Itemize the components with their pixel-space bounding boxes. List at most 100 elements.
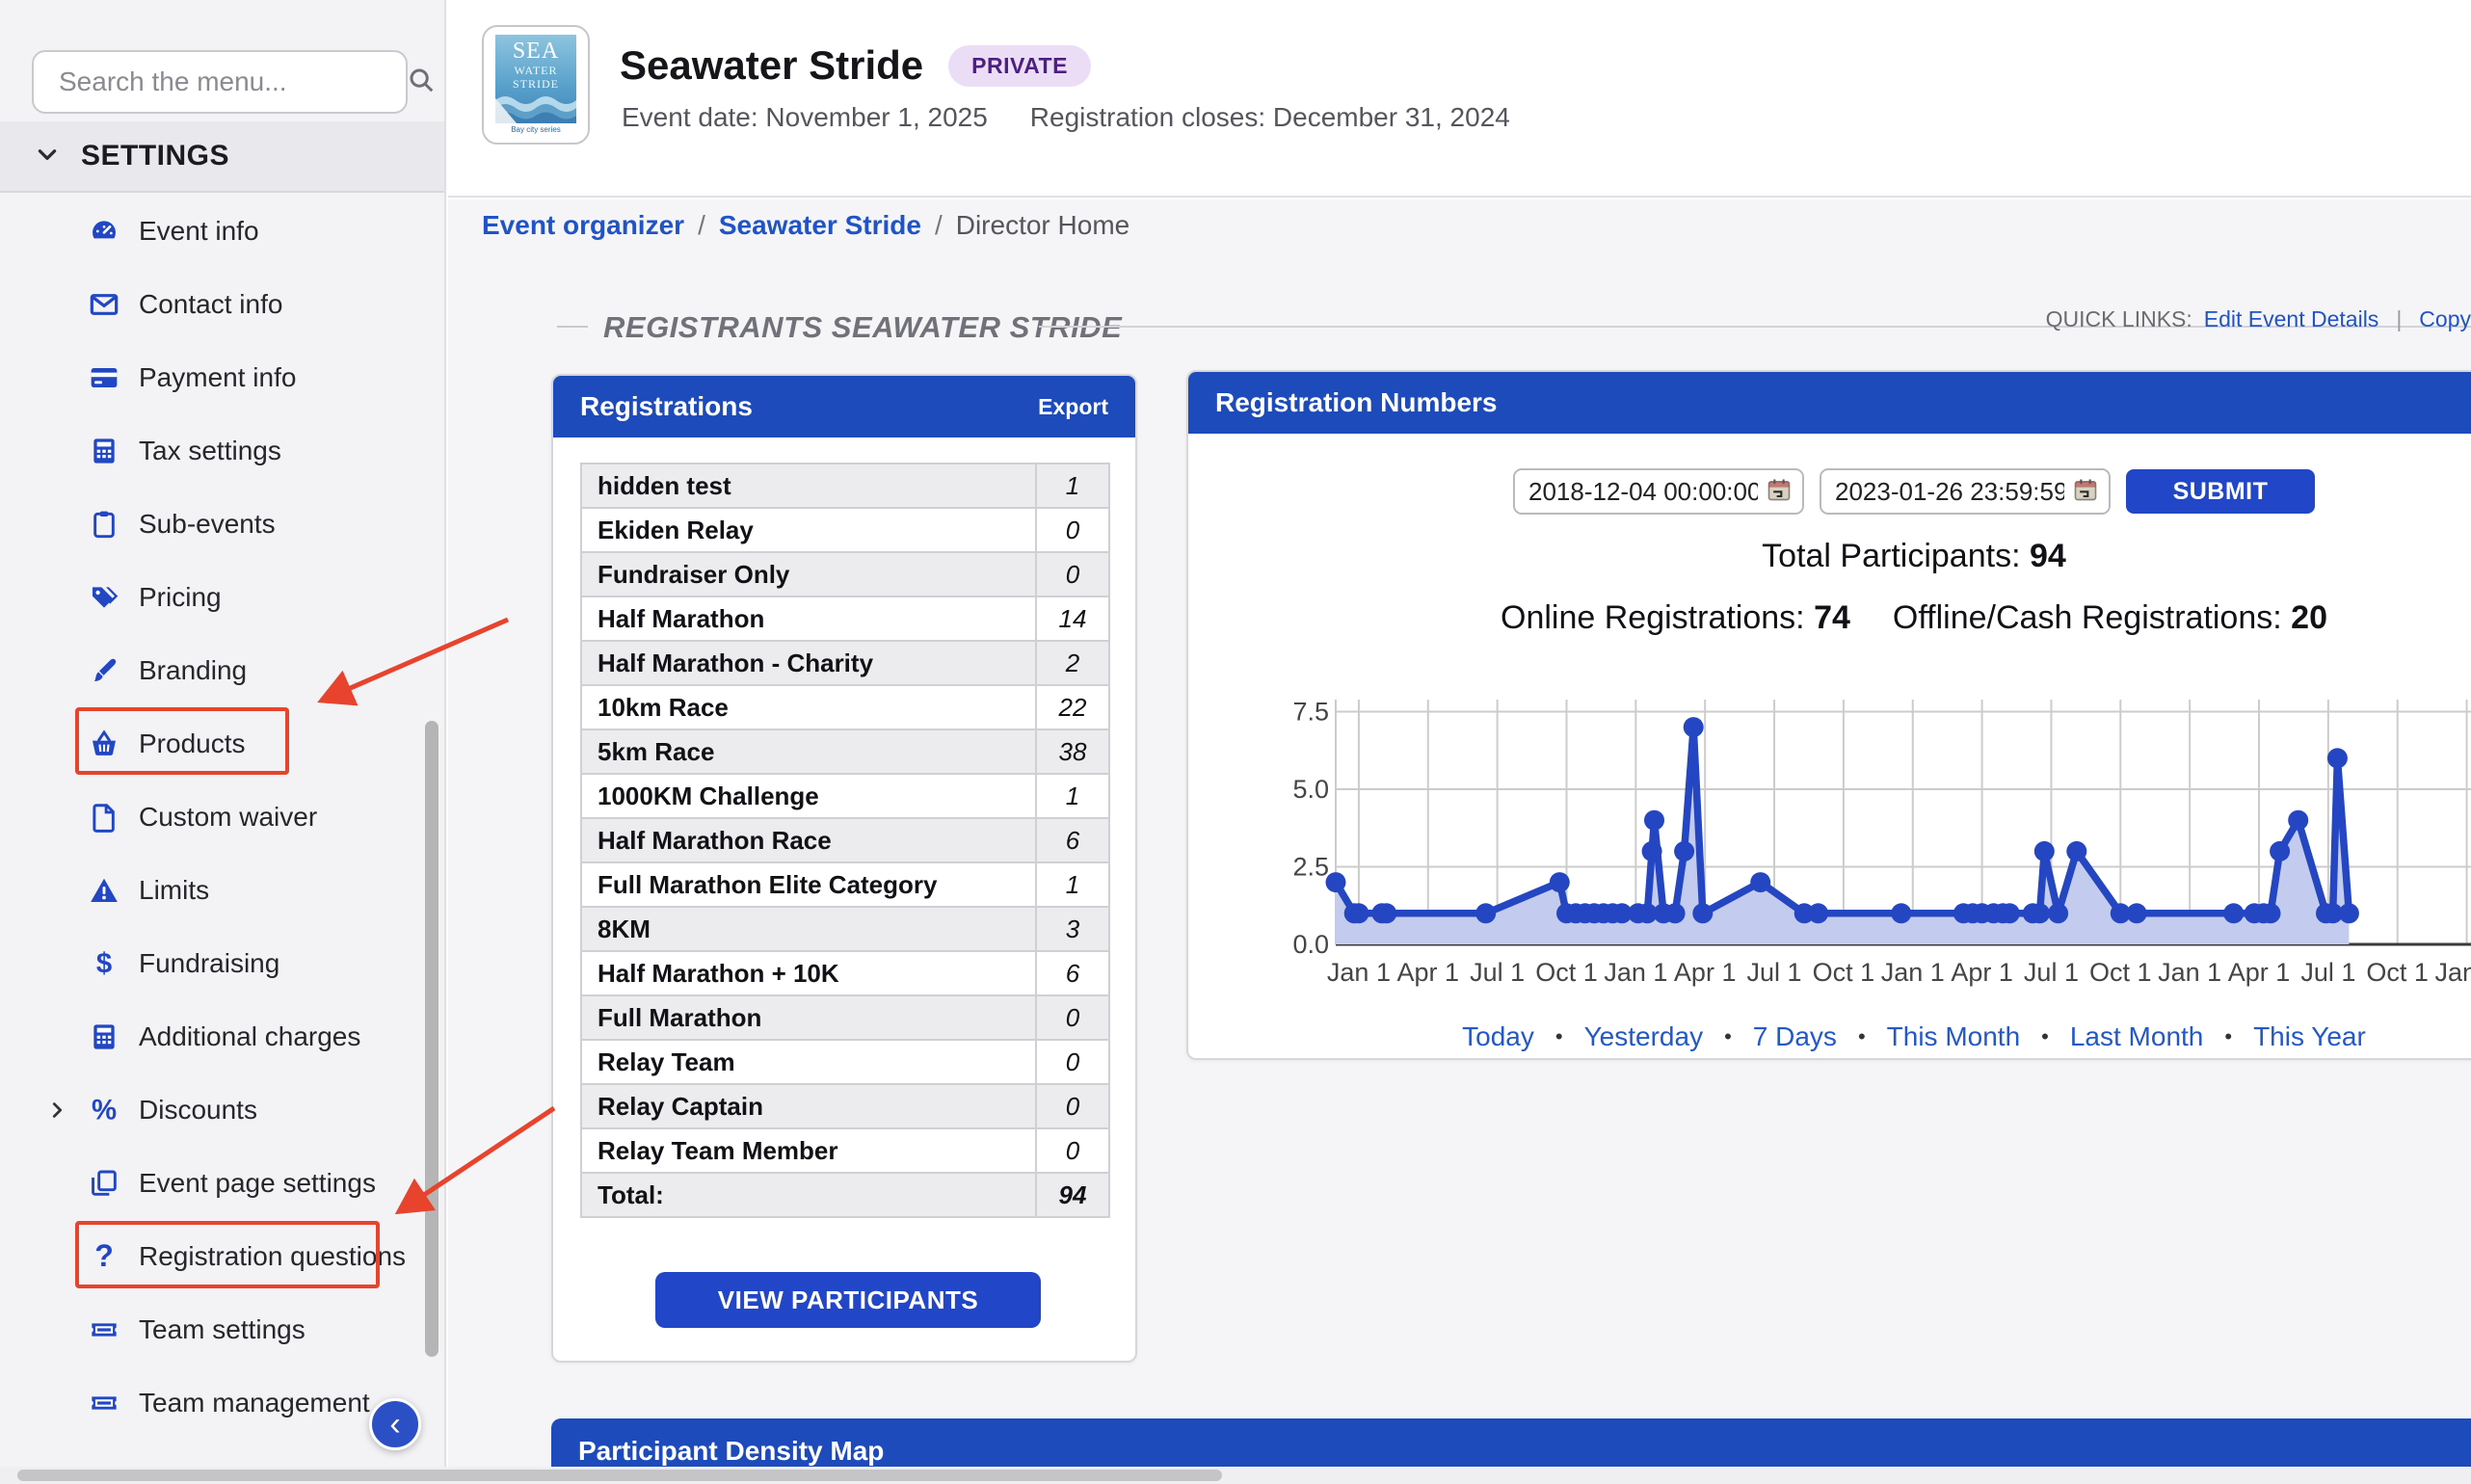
view-participants-button[interactable]: VIEW PARTICIPANTS	[655, 1272, 1041, 1328]
table-row[interactable]: 5km Race 38	[580, 729, 1110, 775]
row-value: 2	[1035, 640, 1110, 686]
quick-link-copy[interactable]: Copy	[2419, 306, 2471, 332]
tags-icon	[89, 582, 120, 613]
svg-text:Jul 1: Jul 1	[1470, 958, 1525, 987]
range-link-this-month[interactable]: This Month	[1887, 1021, 2021, 1052]
sidebar-item-event-info[interactable]: Event info	[0, 195, 444, 268]
table-row[interactable]: Relay Captain 0	[580, 1083, 1110, 1129]
svg-text:Jan 1: Jan 1	[1604, 958, 1667, 987]
sidebar-item-limits[interactable]: Limits	[0, 854, 444, 927]
sidebar-item-payment-info[interactable]: Payment info	[0, 341, 444, 414]
sidebar-item-products[interactable]: Products	[0, 707, 444, 781]
table-row[interactable]: 1000KM Challenge 1	[580, 773, 1110, 819]
sidebar-item-registration-questions[interactable]: ? Registration questions	[0, 1220, 444, 1293]
sidebar-item-fundraising[interactable]: $ Fundraising	[0, 927, 444, 1000]
dollar-icon: $	[89, 948, 120, 979]
sidebar-item-label: Limits	[139, 875, 210, 905]
range-link-today[interactable]: Today	[1462, 1021, 1534, 1052]
sidebar-collapse-button[interactable]: ‹	[369, 1398, 421, 1450]
participant-density-map-title: Participant Density Map	[578, 1436, 885, 1466]
svg-text:Apr 1: Apr 1	[2228, 958, 2291, 987]
range-link-yesterday[interactable]: Yesterday	[1584, 1021, 1704, 1052]
quick-links-label: QUICK LINKS:	[2045, 306, 2192, 331]
sidebar-item-label: Team settings	[139, 1314, 306, 1344]
svg-text:Jan 1: Jan 1	[2158, 958, 2221, 987]
menu-search-box[interactable]	[32, 50, 434, 114]
ticket-icon	[89, 1388, 120, 1418]
row-label: 5km Race	[580, 729, 1037, 775]
row-label: Half Marathon + 10K	[580, 950, 1037, 996]
table-row[interactable]: Fundraiser Only 0	[580, 551, 1110, 597]
sidebar-item-contact-info[interactable]: Contact info	[0, 268, 444, 341]
search-input[interactable]	[59, 66, 407, 97]
row-value: 1	[1035, 861, 1110, 908]
row-label: 1000KM Challenge	[580, 773, 1037, 819]
export-button[interactable]: Export	[1038, 394, 1108, 420]
range-link-last-month[interactable]: Last Month	[2070, 1021, 2204, 1052]
sidebar-item-label: Payment info	[139, 362, 297, 392]
table-row[interactable]: hidden test 1	[580, 463, 1110, 509]
table-row[interactable]: Full Marathon Elite Category 1	[580, 861, 1110, 908]
sidebar-item-sub-events[interactable]: Sub-events	[0, 488, 444, 561]
table-row[interactable]: Relay Team Member 0	[580, 1127, 1110, 1174]
range-link-separator: •	[1857, 1024, 1866, 1048]
table-row[interactable]: Half Marathon Race 6	[580, 817, 1110, 863]
row-value: 38	[1035, 729, 1110, 775]
table-row[interactable]: Half Marathon + 10K 6	[580, 950, 1110, 996]
registrations-line-chart: Jan 1 Apr 1 Jul 1 Oct 1 Jan 1 Apr 1 Jul 1 Oct 1…	[1292, 698, 2471, 987]
table-row[interactable]: Relay Team 0	[580, 1039, 1110, 1085]
horizontal-scrollbar-thumb[interactable]	[17, 1470, 1222, 1481]
svg-text:?: ?	[94, 1241, 114, 1272]
sidebar-scrollbar[interactable]	[425, 721, 438, 1357]
range-link-this-year[interactable]: This Year	[2253, 1021, 2366, 1052]
row-value: 1	[1035, 463, 1110, 509]
table-row[interactable]: Ekiden Relay 0	[580, 507, 1110, 553]
svg-text:Jul 1: Jul 1	[2300, 958, 2355, 987]
svg-text:Oct 1: Oct 1	[1813, 958, 1875, 987]
table-row[interactable]: Half Marathon - Charity 2	[580, 640, 1110, 686]
registration-closes-label: Registration closes: December 31, 2024	[1029, 102, 1510, 132]
sidebar-item-label: Sub-events	[139, 509, 276, 539]
sidebar-item-label: Team management	[139, 1388, 370, 1418]
range-link-separator: •	[1554, 1024, 1563, 1048]
svg-text:$: $	[96, 948, 112, 979]
sidebar-item-discounts[interactable]: % Discounts	[0, 1073, 444, 1147]
range-link-7-days[interactable]: 7 Days	[1753, 1021, 1837, 1052]
sidebar-item-branding[interactable]: Branding	[0, 634, 444, 707]
sidebar-item-team-settings[interactable]: Team settings	[0, 1293, 444, 1366]
breadcrumb-seawater-stride[interactable]: Seawater Stride	[719, 210, 921, 241]
horizontal-scrollbar[interactable]	[0, 1467, 2471, 1484]
sidebar-item-event-page-settings[interactable]: Event page settings	[0, 1147, 444, 1220]
logo-line3: STRIDE	[513, 77, 559, 91]
row-value: 6	[1035, 817, 1110, 863]
sidebar-item-label: Discounts	[139, 1095, 257, 1125]
settings-section-header[interactable]: SETTINGS	[0, 121, 444, 193]
table-row[interactable]: Full Marathon 0	[580, 994, 1110, 1041]
breadcrumb-event-organizer[interactable]: Event organizer	[482, 210, 684, 241]
row-value: 0	[1035, 507, 1110, 553]
registrations-card-title: Registrations	[580, 391, 753, 421]
quick-link-edit-event-details[interactable]: Edit Event Details	[2204, 306, 2379, 332]
sidebar-item-label: Contact info	[139, 289, 283, 319]
quick-links: QUICK LINKS: Edit Event Details | Copy	[2046, 306, 2471, 332]
row-value: 1	[1035, 773, 1110, 819]
sidebar-item-additional-charges[interactable]: Additional charges	[0, 1000, 444, 1073]
table-row[interactable]: Half Marathon 14	[580, 596, 1110, 642]
sidebar-item-pricing[interactable]: Pricing	[0, 561, 444, 634]
svg-text:Apr 1: Apr 1	[1951, 958, 2013, 987]
registrations-card: Registrations Export hidden test 1 Ekiden …	[551, 374, 1137, 1363]
sidebar-menu: Event info Contact info Payment info Tax se…	[0, 195, 444, 1440]
section-dash	[557, 326, 588, 328]
logo-line1: SEA	[512, 39, 560, 64]
sidebar-item-custom-waiver[interactable]: Custom waiver	[0, 781, 444, 854]
svg-text:Jan 1: Jan 1	[1327, 958, 1391, 987]
range-link-separator: •	[2041, 1024, 2049, 1048]
row-label: Half Marathon - Charity	[580, 640, 1037, 686]
chevron-right-icon[interactable]	[46, 1100, 67, 1121]
table-row[interactable]: 8KM 3	[580, 906, 1110, 952]
table-row[interactable]: 10km Race 22	[580, 684, 1110, 730]
sidebar-item-tax-settings[interactable]: Tax settings	[0, 414, 444, 488]
sidebar-item-label: Registration questions	[139, 1241, 407, 1271]
pages-icon	[89, 1168, 120, 1199]
range-link-separator: •	[2224, 1024, 2233, 1048]
